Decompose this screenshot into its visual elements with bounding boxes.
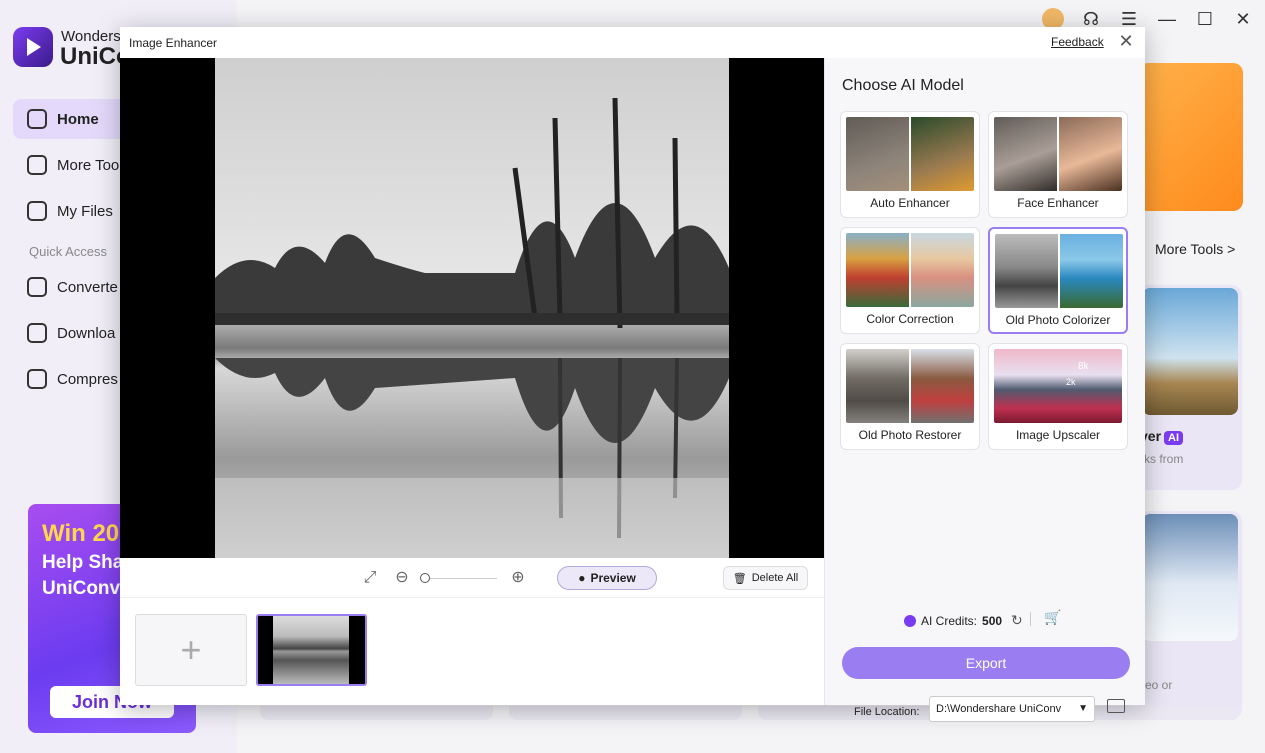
sidebar-item-label: More Too — [57, 156, 120, 174]
model-label: Color Correction — [866, 312, 954, 326]
dialog-title: Image Enhancer — [129, 36, 218, 50]
sidebar-item-label: Compres — [57, 370, 118, 388]
file-location-value: D:\Wondershare UniConv — [936, 703, 1062, 715]
upscale-mark-2k: 2k — [1066, 377, 1076, 387]
converter-icon — [27, 277, 47, 297]
upscale-mark-8k: 8k — [1078, 361, 1089, 372]
model-thumbnail — [846, 349, 974, 423]
model-card-old-photo-colorizer[interactable]: Old Photo Colorizer — [988, 227, 1128, 334]
model-label: Old Photo Restorer — [858, 428, 962, 442]
refresh-icon[interactable]: ↻ — [1011, 612, 1023, 629]
download-icon — [27, 323, 47, 343]
add-image-button[interactable]: + — [135, 614, 247, 686]
model-card-color-correction[interactable]: Color Correction — [840, 227, 980, 334]
choose-model-title: Choose AI Model — [842, 77, 964, 94]
ai-model-panel: Choose AI Model Auto Enhancer Face Enhan… — [824, 58, 1145, 722]
model-thumbnail — [846, 233, 974, 307]
delete-all-label: Delete All — [751, 572, 799, 584]
app-logo-icon — [13, 27, 53, 67]
model-label: Face Enhancer — [1017, 196, 1099, 210]
compress-icon — [27, 369, 47, 389]
sidebar-item-label: Home — [57, 110, 99, 128]
preview-button[interactable]: ● Preview — [557, 566, 657, 590]
file-location-label: File Location: — [854, 706, 920, 718]
image-viewer — [120, 58, 824, 558]
zoom-slider-track[interactable] — [423, 578, 497, 579]
zoom-out-icon[interactable]: ⊖ — [392, 568, 412, 588]
cart-icon[interactable]: 🛒 — [1044, 609, 1061, 626]
sidebar-item-label: Converte — [57, 278, 118, 296]
image-enhancer-dialog: Image Enhancer Feedback ✕ ⤢ ⊖ ⊕ ● Previe… — [120, 27, 1145, 722]
ai-credits: AI Credits: 500 ↻ — [904, 612, 1023, 629]
model-card-image-upscaler[interactable]: 8k 2k Image Upscaler — [988, 343, 1128, 450]
thumbnail-strip: + — [120, 599, 824, 705]
model-label: Auto Enhancer — [870, 196, 950, 210]
model-thumbnail: 8k 2k — [994, 349, 1122, 423]
separator — [1030, 612, 1031, 626]
model-card-old-photo-restorer[interactable]: Old Photo Restorer — [840, 343, 980, 450]
close-icon[interactable]: ✕ — [1117, 32, 1135, 50]
preview-label: Preview — [590, 571, 636, 585]
toolbox-icon — [27, 155, 47, 175]
sidebar-item-label: Downloa — [57, 324, 116, 342]
maximize-icon[interactable]: ☐ — [1192, 8, 1218, 30]
viewer-toolbar: ⤢ ⊖ ⊕ ● Preview 🗑 Delete All — [120, 558, 824, 598]
feedback-link[interactable]: Feedback — [1051, 35, 1104, 49]
tool-card-title: ver AI — [1140, 428, 1184, 445]
tool-card-image — [1142, 514, 1238, 641]
credits-value: 500 — [982, 613, 1003, 628]
home-icon — [27, 109, 47, 129]
card-strip — [260, 706, 1250, 720]
delete-all-button[interactable]: 🗑 Delete All — [723, 566, 808, 590]
zoom-in-icon[interactable]: ⊕ — [508, 568, 528, 588]
model-card-face-enhancer[interactable]: Face Enhancer — [988, 111, 1128, 218]
model-thumbnail — [846, 117, 974, 191]
eye-icon: ● — [578, 571, 586, 585]
tool-card-subtitle: rks from — [1140, 452, 1184, 466]
more-tools-link[interactable]: More Tools > — [1155, 241, 1235, 257]
trash-icon: 🗑 — [732, 572, 747, 585]
file-location-select[interactable]: D:\Wondershare UniConv ▼ — [929, 696, 1095, 722]
chevron-down-icon: ▼ — [1078, 703, 1088, 714]
zoom-slider-handle[interactable] — [420, 573, 430, 583]
quick-access-heading: Quick Access — [29, 244, 108, 259]
model-card-auto-enhancer[interactable]: Auto Enhancer — [840, 111, 980, 218]
promo-headline: Win 20 — [42, 520, 120, 547]
tool-card-image — [1142, 288, 1238, 415]
export-button[interactable]: Export — [842, 647, 1130, 679]
file-icon — [27, 201, 47, 221]
model-thumbnail — [995, 234, 1123, 308]
feature-banner-card[interactable] — [1138, 63, 1243, 211]
folder-icon[interactable] — [1107, 699, 1125, 713]
sidebar-item-label: My Files — [57, 202, 113, 220]
minimize-icon[interactable]: — — [1154, 8, 1180, 30]
ai-badge: AI — [1164, 431, 1184, 445]
credits-label: AI Credits: — [921, 613, 978, 628]
preview-image — [215, 58, 729, 558]
tool-card[interactable]: ver AI rks from — [1138, 285, 1242, 490]
fit-screen-icon[interactable]: ⤢ — [360, 568, 380, 588]
credits-icon — [904, 614, 916, 627]
model-thumbnail — [994, 117, 1122, 191]
model-label: Image Upscaler — [1015, 428, 1101, 442]
model-label: Old Photo Colorizer — [1005, 313, 1111, 327]
image-thumbnail[interactable] — [256, 614, 367, 686]
close-window-icon[interactable]: ✕ — [1230, 8, 1256, 30]
tool-card-subtitle: eo or — [1145, 678, 1173, 692]
